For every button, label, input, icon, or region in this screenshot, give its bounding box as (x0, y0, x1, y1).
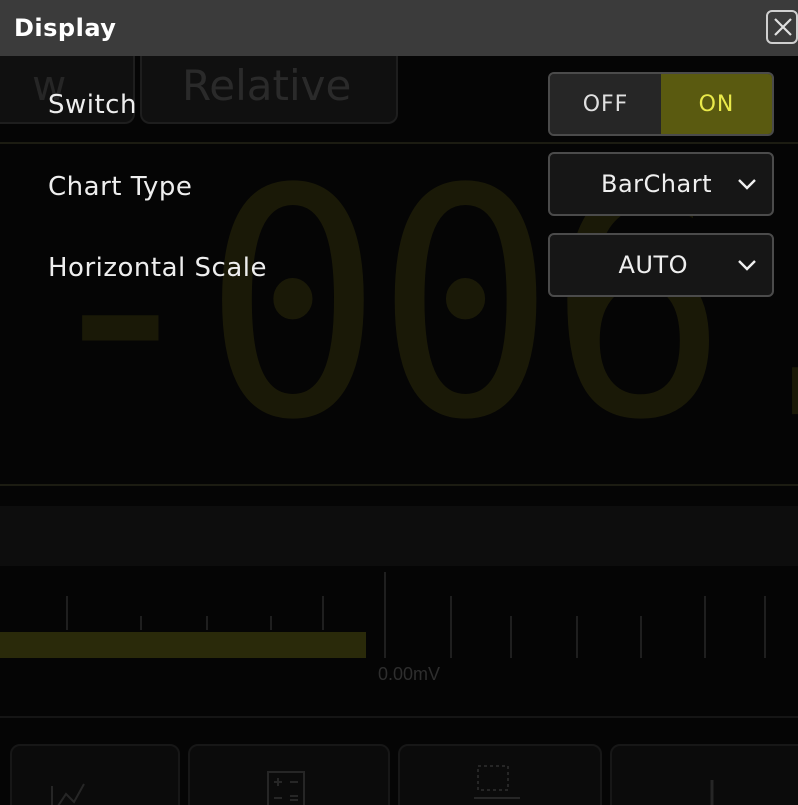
chart-type-label: Chart Type (48, 172, 193, 202)
switch-label: Switch (48, 90, 137, 120)
plus-icon (710, 780, 714, 805)
bar-chart-track (0, 632, 798, 658)
divider (0, 716, 798, 718)
more-button (610, 744, 798, 805)
bar-chart-tick (270, 616, 272, 630)
chart-type-dropdown[interactable]: BarChart (548, 152, 774, 216)
bar-chart-tick (450, 596, 452, 658)
trend-button (10, 744, 180, 805)
dialog-title-bar: Display (0, 0, 798, 56)
display-switch-toggle[interactable]: OFF ON (548, 72, 774, 136)
bar-chart-tick (206, 616, 208, 630)
tab-relative-label: Relative (182, 61, 352, 110)
dialog-title: Display (14, 14, 117, 42)
bar-chart-tick (704, 596, 706, 658)
bar-chart-tick (576, 616, 578, 658)
divider (0, 484, 798, 486)
horizontal-scale-value: AUTO (618, 251, 688, 279)
chevron-down-icon (738, 260, 756, 271)
bar-chart-tick (640, 616, 642, 658)
switch-off-option[interactable]: OFF (550, 74, 661, 134)
bar-chart-tick (510, 616, 512, 658)
horizontal-scale-label: Horizontal Scale (48, 253, 267, 283)
bar-chart-center-tick (384, 572, 386, 658)
tab-relative: Relative (140, 56, 398, 124)
bar-chart-tick (66, 596, 68, 630)
close-button[interactable] (766, 10, 798, 44)
capture-button (398, 744, 602, 805)
bar-chart-axis-label: 0.00mV (378, 664, 441, 684)
bar-chart-header (0, 506, 798, 566)
trend-icon (51, 783, 85, 805)
calculator-icon (267, 771, 305, 805)
switch-on-option[interactable]: ON (661, 74, 772, 134)
chevron-down-icon (738, 179, 756, 190)
bar-chart-tick (764, 596, 766, 658)
bar-chart-fill (0, 632, 366, 658)
bar-chart-tick (140, 616, 142, 630)
chart-type-value: BarChart (601, 170, 712, 198)
capture-icon (474, 765, 520, 799)
math-button (188, 744, 390, 805)
close-icon (774, 18, 792, 36)
bar-chart-tick (322, 596, 324, 630)
horizontal-scale-dropdown[interactable]: AUTO (548, 233, 774, 297)
